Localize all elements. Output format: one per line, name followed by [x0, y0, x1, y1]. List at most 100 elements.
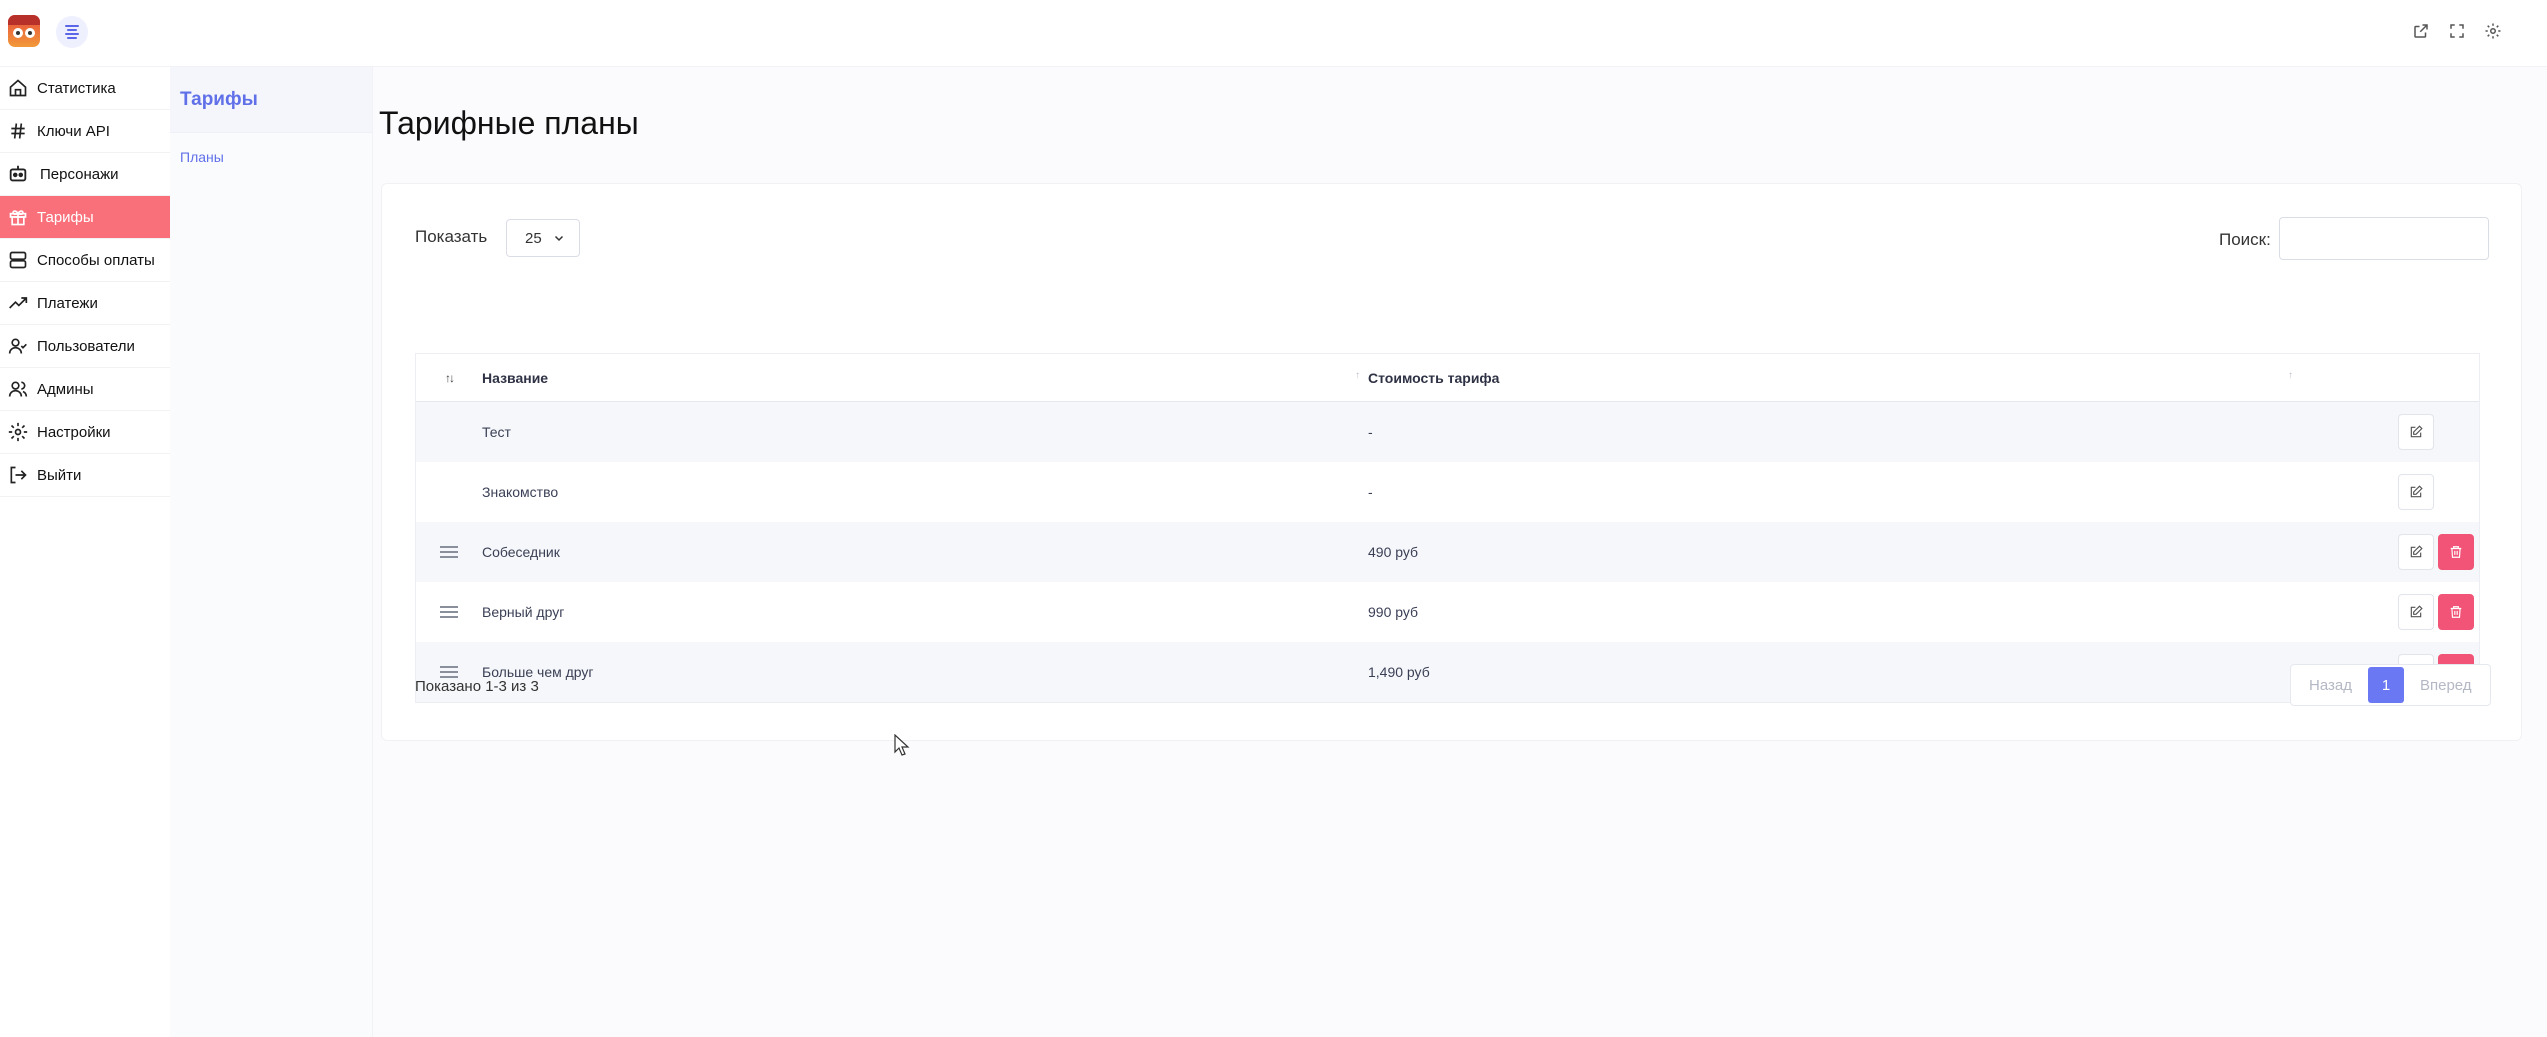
home-icon — [6, 76, 30, 100]
tariff-cost: 1,490 руб — [1368, 664, 1430, 680]
tariff-cost: - — [1368, 424, 1373, 440]
table-row: Верный друг 990 руб — [416, 582, 2479, 642]
edit-icon — [2410, 605, 2423, 618]
subpanel-title: Тарифы — [170, 67, 372, 133]
pagination-prev-button[interactable]: Назад — [2293, 667, 2368, 703]
search-label: Поиск: — [2219, 230, 2271, 249]
pagination-page-button[interactable]: 1 — [2367, 667, 2404, 703]
tariff-name: Больше чем друг — [482, 664, 594, 680]
sidebar-item-payments[interactable]: Платежи — [0, 282, 170, 325]
edit-button[interactable] — [2398, 534, 2434, 570]
tariff-cost: 990 руб — [1368, 604, 1419, 620]
column-header-name[interactable]: Название ↑ — [482, 370, 1368, 386]
show-entries-label: Показать — [415, 227, 488, 246]
sidebar-item-label: Ключи API — [37, 122, 110, 140]
tariff-name: Верный друг — [482, 604, 565, 620]
drag-cell — [416, 603, 482, 621]
table-row: Собеседник 490 руб — [416, 522, 2479, 582]
tariff-name: Знакомство — [482, 484, 559, 500]
row-actions — [2398, 474, 2479, 510]
sort-order-header[interactable]: ↑↓ — [416, 371, 482, 385]
gift-icon — [6, 205, 30, 229]
sort-arrows-icon: ↑↓ — [445, 370, 455, 385]
pagination: Назад 1 Вперед — [2290, 664, 2491, 706]
tariff-name: Тест — [482, 424, 511, 440]
trash-icon — [2450, 546, 2462, 558]
top-bar — [0, 0, 2547, 67]
pagination-next-button[interactable]: Вперед — [2404, 667, 2488, 703]
chevron-down-icon — [554, 235, 564, 242]
server-icon — [6, 248, 30, 272]
trash-icon — [2450, 606, 2462, 618]
robot-icon — [6, 162, 30, 186]
column-header-cost-label: Стоимость тарифа — [1368, 369, 1500, 386]
mouse-cursor-icon — [894, 734, 910, 756]
sidebar-item-label: Тарифы — [37, 208, 94, 226]
settings-icon — [6, 420, 30, 444]
table-row: Тест - — [416, 402, 2479, 462]
external-link-icon[interactable] — [2412, 22, 2430, 40]
sub-navigation-panel: Тарифы Планы — [170, 67, 373, 1037]
sidebar-item-api-keys[interactable]: Ключи API — [0, 110, 170, 153]
user-check-icon — [6, 334, 30, 358]
row-actions — [2398, 534, 2479, 570]
table-header: ↑↓ Название ↑ Стоимость тарифа ↑ — [416, 354, 2479, 402]
sidebar-item-characters[interactable]: Персонажи — [0, 153, 170, 196]
subpanel-link-plans[interactable]: Планы — [170, 133, 372, 181]
column-header-cost[interactable]: Стоимость тарифа ↑ — [1368, 370, 2398, 386]
sidebar-item-label: Способы оплаты — [37, 251, 155, 269]
drag-cell — [416, 543, 482, 561]
sidebar-item-label: Выйти — [37, 466, 82, 484]
sidebar-item-admins[interactable]: Админы — [0, 368, 170, 411]
logout-icon — [6, 463, 30, 487]
drag-handle-icon[interactable] — [440, 603, 458, 621]
edit-button[interactable] — [2398, 414, 2434, 450]
edit-icon — [2410, 485, 2423, 498]
sort-up-icon: ↑ — [2288, 369, 2293, 381]
menu-lines-icon — [65, 23, 79, 41]
sidebar-item-label: Персонажи — [40, 165, 119, 183]
menu-toggle-button[interactable] — [56, 16, 88, 48]
edit-icon — [2410, 425, 2423, 438]
table-card: Показать 25 Поиск: ↑↓ Название ↑ Стоимос… — [381, 183, 2522, 741]
sidebar: Статистика Ключи API Персонажи Тарифы Сп… — [0, 67, 170, 1037]
tariffs-table: ↑↓ Название ↑ Стоимость тарифа ↑ Тест - — [415, 353, 2480, 703]
hash-icon — [6, 119, 30, 143]
sidebar-item-tariffs[interactable]: Тарифы — [0, 196, 170, 239]
edit-button[interactable] — [2398, 594, 2434, 630]
show-entries-select[interactable]: 25 — [506, 219, 580, 257]
fullscreen-icon[interactable] — [2448, 22, 2466, 40]
users-icon — [6, 377, 30, 401]
main-content: Тарифные планы Показать 25 Поиск: ↑↓ Наз… — [373, 67, 2547, 1037]
table-info-text: Показано 1-3 из 3 — [415, 678, 539, 695]
tariff-cost: - — [1368, 484, 1373, 500]
sidebar-item-payment-methods[interactable]: Способы оплаты — [0, 239, 170, 282]
sidebar-item-statistics[interactable]: Статистика — [0, 67, 170, 110]
edit-button[interactable] — [2398, 474, 2434, 510]
sidebar-item-users[interactable]: Пользователи — [0, 325, 170, 368]
sidebar-item-logout[interactable]: Выйти — [0, 454, 170, 497]
trending-up-icon — [6, 291, 30, 315]
sidebar-item-settings[interactable]: Настройки — [0, 411, 170, 454]
table-row: Больше чем друг 1,490 руб — [416, 642, 2479, 702]
sidebar-item-label: Админы — [37, 380, 94, 398]
search-input[interactable] — [2279, 217, 2489, 260]
drag-handle-icon[interactable] — [440, 543, 458, 561]
row-actions — [2398, 414, 2479, 450]
sidebar-item-label: Платежи — [37, 294, 98, 312]
robot-logo-icon[interactable] — [8, 15, 40, 47]
tariff-cost: 490 руб — [1368, 544, 1419, 560]
edit-icon — [2410, 545, 2423, 558]
tariff-name: Собеседник — [482, 544, 560, 560]
settings-gear-icon[interactable] — [2484, 22, 2502, 40]
sidebar-item-label: Статистика — [37, 79, 116, 97]
table-row: Знакомство - — [416, 462, 2479, 522]
sidebar-item-label: Настройки — [37, 423, 111, 441]
column-header-name-label: Название — [482, 369, 549, 386]
sort-up-icon: ↑ — [1355, 369, 1360, 381]
show-entries-value: 25 — [525, 229, 542, 247]
delete-button[interactable] — [2438, 534, 2474, 570]
row-actions — [2398, 594, 2479, 630]
page-title: Тарифные планы — [379, 105, 639, 141]
delete-button[interactable] — [2438, 594, 2474, 630]
